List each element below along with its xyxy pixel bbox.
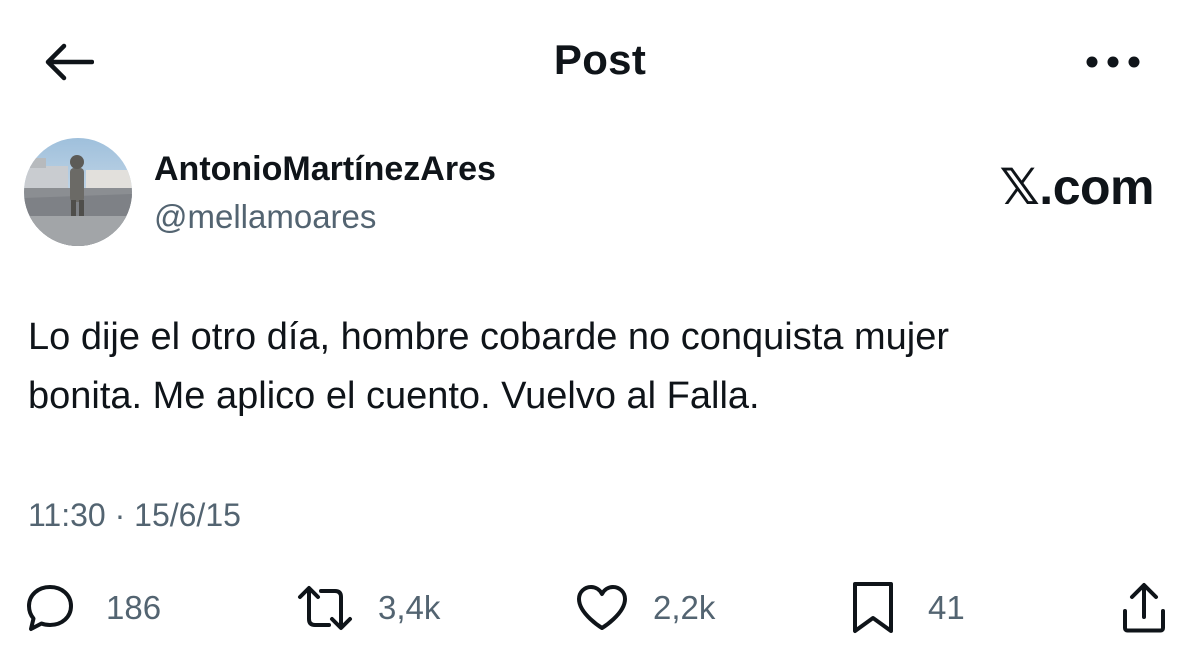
author-block: AntonioMartínezAres @mellamoares 𝕏.com (24, 138, 1174, 248)
avatar[interactable] (24, 138, 132, 246)
more-options-button[interactable] (1078, 42, 1148, 82)
repost-count: 3,4k (378, 589, 441, 626)
share-button[interactable] (1120, 578, 1168, 638)
post-timestamp[interactable]: 11:30 · 15/6/15 (28, 497, 241, 534)
like-count: 2,2k (653, 589, 716, 626)
x-com-logo: 𝕏.com (999, 159, 1155, 215)
reply-button[interactable]: 186 (24, 578, 161, 638)
share-icon (1120, 581, 1168, 635)
heart-icon (575, 583, 629, 633)
reply-count: 186 (106, 589, 162, 626)
repost-button[interactable]: 3,4k (296, 578, 440, 638)
bookmark-icon (850, 580, 896, 636)
more-horizontal-icon (1086, 56, 1140, 68)
bookmark-button[interactable]: 41 (850, 578, 965, 638)
reply-bubble-icon (24, 582, 76, 634)
bookmark-count: 41 (928, 589, 965, 626)
repost-icon (296, 582, 354, 634)
avatar-photo (24, 138, 132, 246)
like-button[interactable]: 2,2k (575, 578, 715, 638)
author-display-name[interactable]: AntonioMartínezAres (154, 150, 496, 189)
post-text: Lo dije el otro día, hombre cobarde no c… (28, 316, 949, 417)
post-header: Post (0, 0, 1200, 125)
author-handle[interactable]: @mellamoares (154, 198, 376, 236)
page-title: Post (553, 36, 647, 83)
action-bar: 186 3,4k 2,2k 41 (0, 570, 1200, 645)
